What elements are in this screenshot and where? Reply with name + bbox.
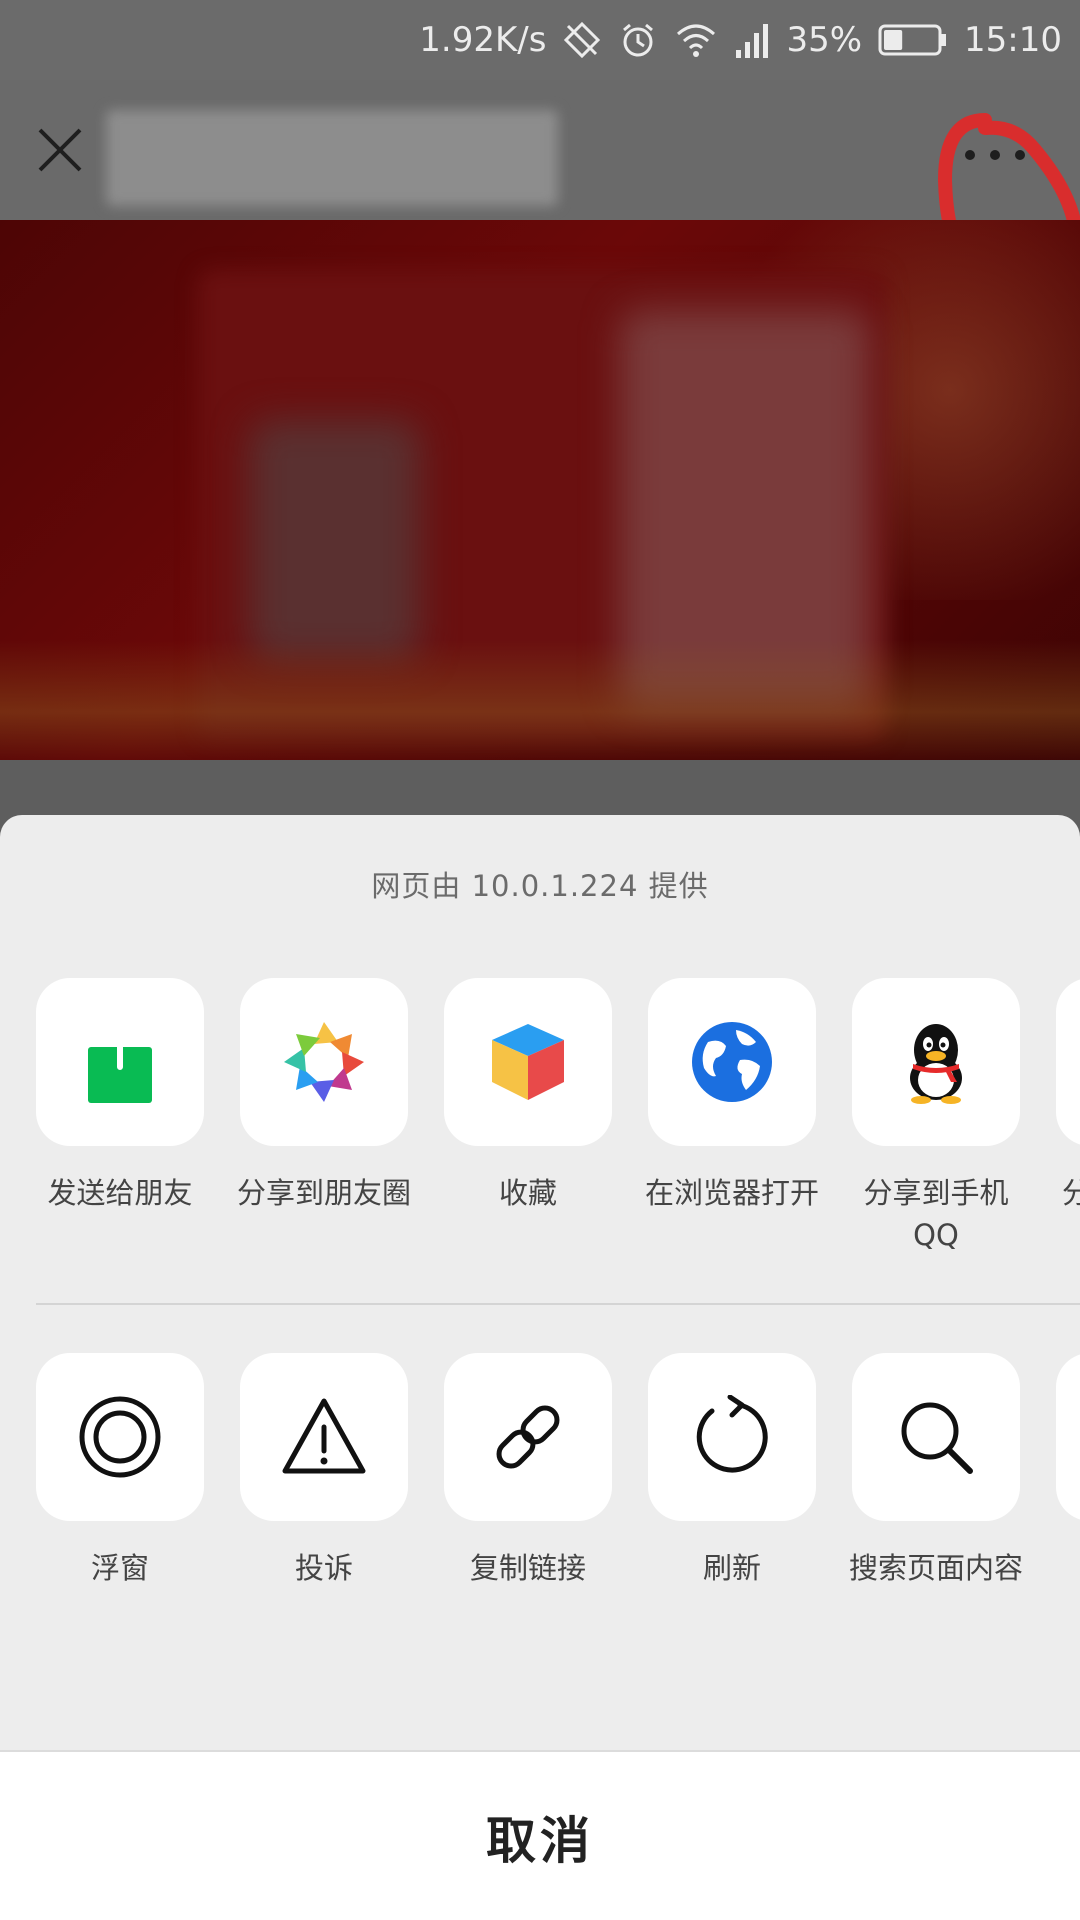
favorite-icon [492,1024,564,1100]
link-icon [496,1405,560,1469]
share-more-item-partial[interactable]: 分 [1056,978,1080,1214]
search-page-item[interactable]: 搜索页面内容 [849,1353,1023,1589]
page-banner-blurred [0,220,1080,760]
net-speed: 1.92K/s [419,20,547,60]
provider-text: 网页由 10.0.1.224 提供 [371,869,709,903]
signal-icon [734,20,770,60]
section-divider [36,1303,1080,1305]
qq-icon [910,1024,962,1104]
action-label: 投诉 [294,1551,353,1585]
action-label: 搜索页面内容 [848,1551,1023,1585]
send-to-friend-icon [88,1020,152,1103]
share-row: 发送给朋友 分享到朋友圈 收藏 在浏览器打开 分享到手机QQ 分 [36,978,1080,1308]
wifi-icon [674,20,718,60]
complain-item[interactable]: 投诉 [240,1353,408,1589]
share-label: 分 [1062,1176,1080,1210]
cancel-button[interactable]: 取消 [0,1750,1080,1920]
share-label: 分享到朋友圈 [236,1176,411,1210]
action-row: 浮窗 投诉 复制链接 刷新 搜索页面内容 [36,1353,1080,1683]
warning-icon [282,1398,366,1474]
battery-icon [878,22,948,58]
sync-off-icon [562,20,602,60]
refresh-item[interactable]: 刷新 [648,1353,816,1589]
battery-percent: 35% [786,20,863,60]
share-label: 发送给朋友 [47,1176,193,1210]
refresh-icon [696,1395,768,1473]
page-content-dimmed [0,760,1080,820]
share-moments-item[interactable]: 分享到朋友圈 [237,978,411,1214]
send-to-friend-item[interactable]: 发送给朋友 [36,978,204,1214]
share-label: 分享到手机QQ [863,1176,1009,1252]
action-label: 复制链接 [469,1551,586,1585]
share-label: 在浏览器打开 [644,1176,819,1210]
browser-icon [692,1022,772,1102]
share-qq-item[interactable]: 分享到手机QQ [852,978,1020,1256]
alarm-icon [618,20,658,60]
cancel-label: 取消 [486,1812,594,1870]
status-bar: 1.92K/s 35% 15:10 [0,0,1080,80]
open-in-browser-item[interactable]: 在浏览器打开 [645,978,819,1214]
float-window-icon [79,1396,161,1478]
web-top-bar [0,80,1080,301]
moments-icon [284,1022,364,1102]
action-label: 刷新 [702,1551,761,1585]
close-icon[interactable] [34,124,86,176]
search-icon [901,1402,973,1474]
clock-time: 15:10 [964,20,1062,60]
action-more-item-partial[interactable] [1056,1353,1080,1521]
copy-link-item[interactable]: 复制链接 [444,1353,612,1589]
favorite-item[interactable]: 收藏 [444,978,612,1214]
page-title-blurred [106,110,558,206]
float-window-item[interactable]: 浮窗 [36,1353,204,1589]
share-label: 收藏 [498,1176,557,1210]
share-action-sheet: 网页由 10.0.1.224 提供 发送给朋友 分享到朋友圈 收藏 在浏览器打开… [0,815,1080,1920]
action-label: 浮窗 [90,1551,149,1585]
